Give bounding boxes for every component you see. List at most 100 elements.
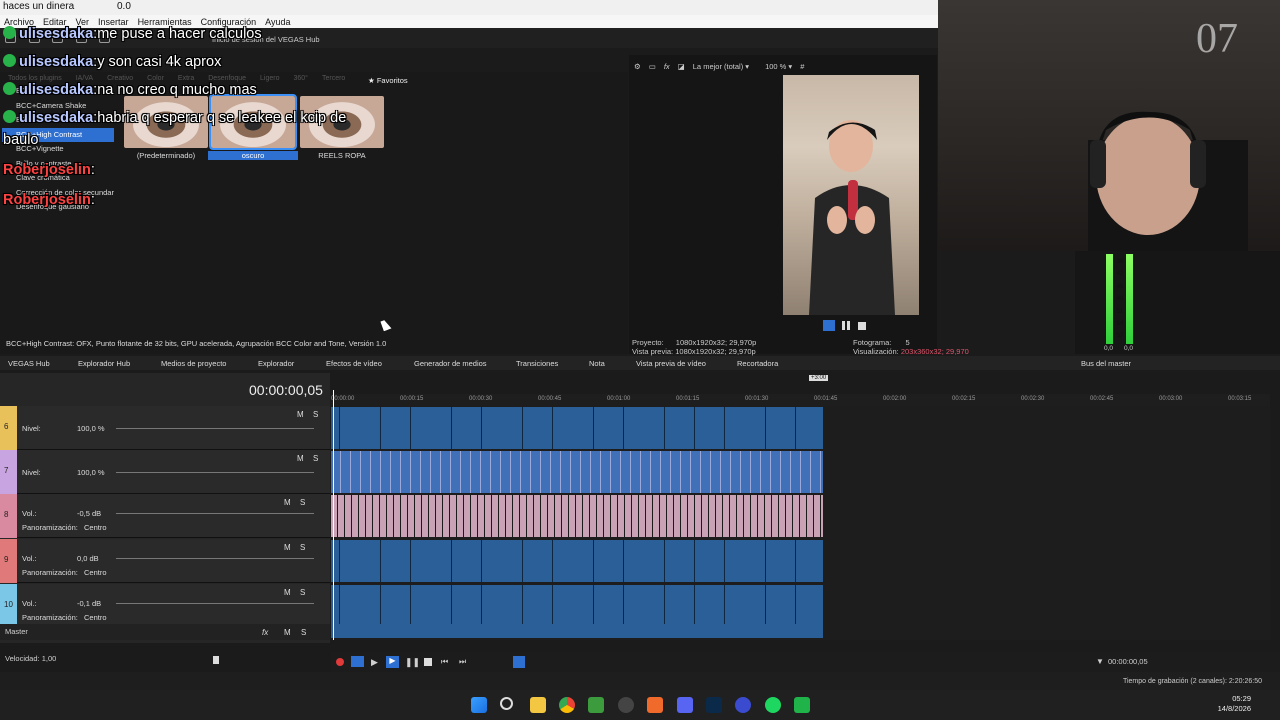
fx-tab[interactable]: Creativo	[107, 75, 133, 82]
timeline-lanes[interactable]	[331, 406, 1270, 640]
track-header[interactable]: 8 Vol.: -0,5 dB Panoramización: Centro M S	[0, 494, 330, 538]
split-screen-icon[interactable]: ◪	[678, 62, 685, 71]
go-start-button[interactable]: ⏮	[441, 657, 448, 667]
loop-button[interactable]	[351, 656, 364, 667]
timeline-lane-events[interactable]	[331, 407, 823, 449]
normal-edit-tool-icon[interactable]	[513, 656, 525, 668]
track-solo-button[interactable]: S	[300, 543, 305, 552]
fx-tab[interactable]: Tercero	[322, 75, 345, 82]
track-level-slider[interactable]	[116, 558, 314, 559]
go-end-button[interactable]: ⏭	[459, 657, 466, 667]
play-from-start-button[interactable]: ▶	[371, 657, 378, 668]
play-button[interactable]: ▶	[386, 656, 399, 668]
stop-button[interactable]	[424, 658, 432, 666]
previa-label: Vista previa:	[632, 347, 674, 356]
tab-vegas-hub[interactable]: VEGAS Hub	[8, 359, 50, 368]
discord-icon[interactable]	[677, 697, 693, 713]
obs-icon[interactable]	[618, 697, 634, 713]
playhead[interactable]	[333, 390, 334, 640]
vegas-icon[interactable]	[735, 697, 751, 713]
track-header[interactable]: 9 Vol.: 0,0 dB Panoramización: Centro M S	[0, 539, 330, 583]
tab-vista-previa[interactable]: Vista previa de vídeo	[636, 359, 706, 368]
track-color-tab: 7	[0, 450, 17, 494]
fx-tab[interactable]: Extra	[178, 75, 194, 82]
tab-notas[interactable]: Nota	[589, 359, 605, 368]
track-solo-button[interactable]: S	[313, 410, 318, 419]
track-mute-button[interactable]: M	[297, 454, 304, 463]
menu-item[interactable]: Insertar	[98, 17, 129, 27]
file-explorer-icon[interactable]	[530, 697, 546, 713]
fx-tab[interactable]: IA/VA	[76, 75, 93, 82]
fx-icon[interactable]: fx	[664, 62, 670, 71]
menu-item[interactable]: Configuración	[201, 17, 257, 27]
fx-tab[interactable]: Color	[147, 75, 164, 82]
timeline-lane-events[interactable]	[331, 585, 823, 627]
master-solo[interactable]: S	[301, 628, 306, 637]
tab-medios[interactable]: Medios de proyecto	[161, 359, 226, 368]
tab-transiciones[interactable]: Transiciones	[516, 359, 558, 368]
fx-tab[interactable]: Todos los plugins	[8, 75, 62, 82]
timeline-lane-events[interactable]	[331, 451, 823, 493]
speed-slider-thumb[interactable]	[213, 656, 219, 664]
fx-tab[interactable]: Desenfoque	[208, 75, 246, 82]
zoom-dropdown[interactable]: 100 % ▾	[765, 62, 792, 71]
track-level-slider[interactable]	[116, 428, 314, 429]
search-icon[interactable]	[500, 697, 513, 710]
track-level-label: Nivel:	[22, 424, 41, 433]
record-button[interactable]	[336, 658, 344, 666]
minecraft-icon[interactable]	[588, 697, 604, 713]
master-mute[interactable]: M	[284, 628, 291, 637]
tab-generador[interactable]: Generador de medios	[414, 359, 487, 368]
track-solo-button[interactable]: S	[300, 588, 305, 597]
quality-dropdown[interactable]: La mejor (total) ▾	[693, 62, 749, 71]
windows-start-icon[interactable]	[471, 697, 487, 713]
gear-icon[interactable]: ⚙	[634, 62, 641, 71]
play-button[interactable]	[823, 320, 835, 331]
event-boundary	[664, 585, 665, 627]
menu-item[interactable]: Editar	[43, 17, 67, 27]
track-level-slider[interactable]	[116, 603, 314, 604]
grid-icon[interactable]: #	[800, 62, 804, 71]
marker-icon[interactable]: ▼	[1096, 657, 1104, 666]
tab-bus-master[interactable]: Bus del master	[1081, 359, 1131, 368]
photoshop-icon[interactable]	[706, 697, 722, 713]
track-level-slider[interactable]	[116, 472, 314, 473]
menu-item[interactable]: Ayuda	[265, 17, 290, 27]
brave-icon[interactable]	[647, 697, 663, 713]
fx-tab[interactable]: Ligero	[260, 75, 279, 82]
track-header[interactable]: 7 Nivel: 100,0 % M S	[0, 450, 330, 494]
timeline-lane-events[interactable]	[331, 495, 823, 537]
tab-recortadora[interactable]: Recortadora	[737, 359, 778, 368]
track-mute-button[interactable]: M	[284, 543, 291, 552]
track-solo-button[interactable]: S	[313, 454, 318, 463]
webcam-overlay: 07	[938, 0, 1280, 251]
timeline-lane-events[interactable]	[331, 540, 823, 582]
fx-tab[interactable]: 360°	[293, 75, 307, 82]
track-level-value: 100,0 %	[77, 468, 105, 477]
tab-explorador[interactable]: Explorador	[258, 359, 294, 368]
track-solo-button[interactable]: S	[300, 498, 305, 507]
track-header[interactable]: 6 Nivel: 100,0 % M S	[0, 406, 330, 450]
tab-explorador-hub[interactable]: Explorador Hub	[78, 359, 130, 368]
fx-icon[interactable]: fx	[262, 628, 268, 637]
spotify-icon[interactable]	[765, 697, 781, 713]
favoritos-label: Favoritos	[376, 76, 408, 85]
track-mute-button[interactable]: M	[284, 588, 291, 597]
event-boundary	[765, 407, 766, 449]
track-mute-button[interactable]: M	[297, 410, 304, 419]
clock[interactable]: 05:29 14/8/2026	[1218, 694, 1251, 714]
tab-favoritos[interactable]: ★ Favoritos	[368, 76, 408, 85]
stop-button[interactable]	[858, 322, 866, 330]
track-level-slider[interactable]	[116, 513, 314, 514]
track-mute-button[interactable]: M	[284, 498, 291, 507]
external-monitor-icon[interactable]: ▭	[649, 62, 656, 71]
pause-button[interactable]	[842, 321, 850, 330]
pause-button[interactable]: ❚❚	[405, 657, 420, 668]
tab-efectos[interactable]: Efectos de vídeo	[326, 359, 382, 368]
menu-item[interactable]: Archivo	[4, 17, 34, 27]
menu-item[interactable]: Ver	[76, 17, 90, 27]
track-header[interactable]: 10 Vol.: -0,1 dB Panoramización: Centro M S	[0, 584, 330, 628]
chrome-icon[interactable]	[559, 697, 575, 713]
menu-item[interactable]: Herramientas	[138, 17, 192, 27]
capcut-icon[interactable]	[794, 697, 810, 713]
